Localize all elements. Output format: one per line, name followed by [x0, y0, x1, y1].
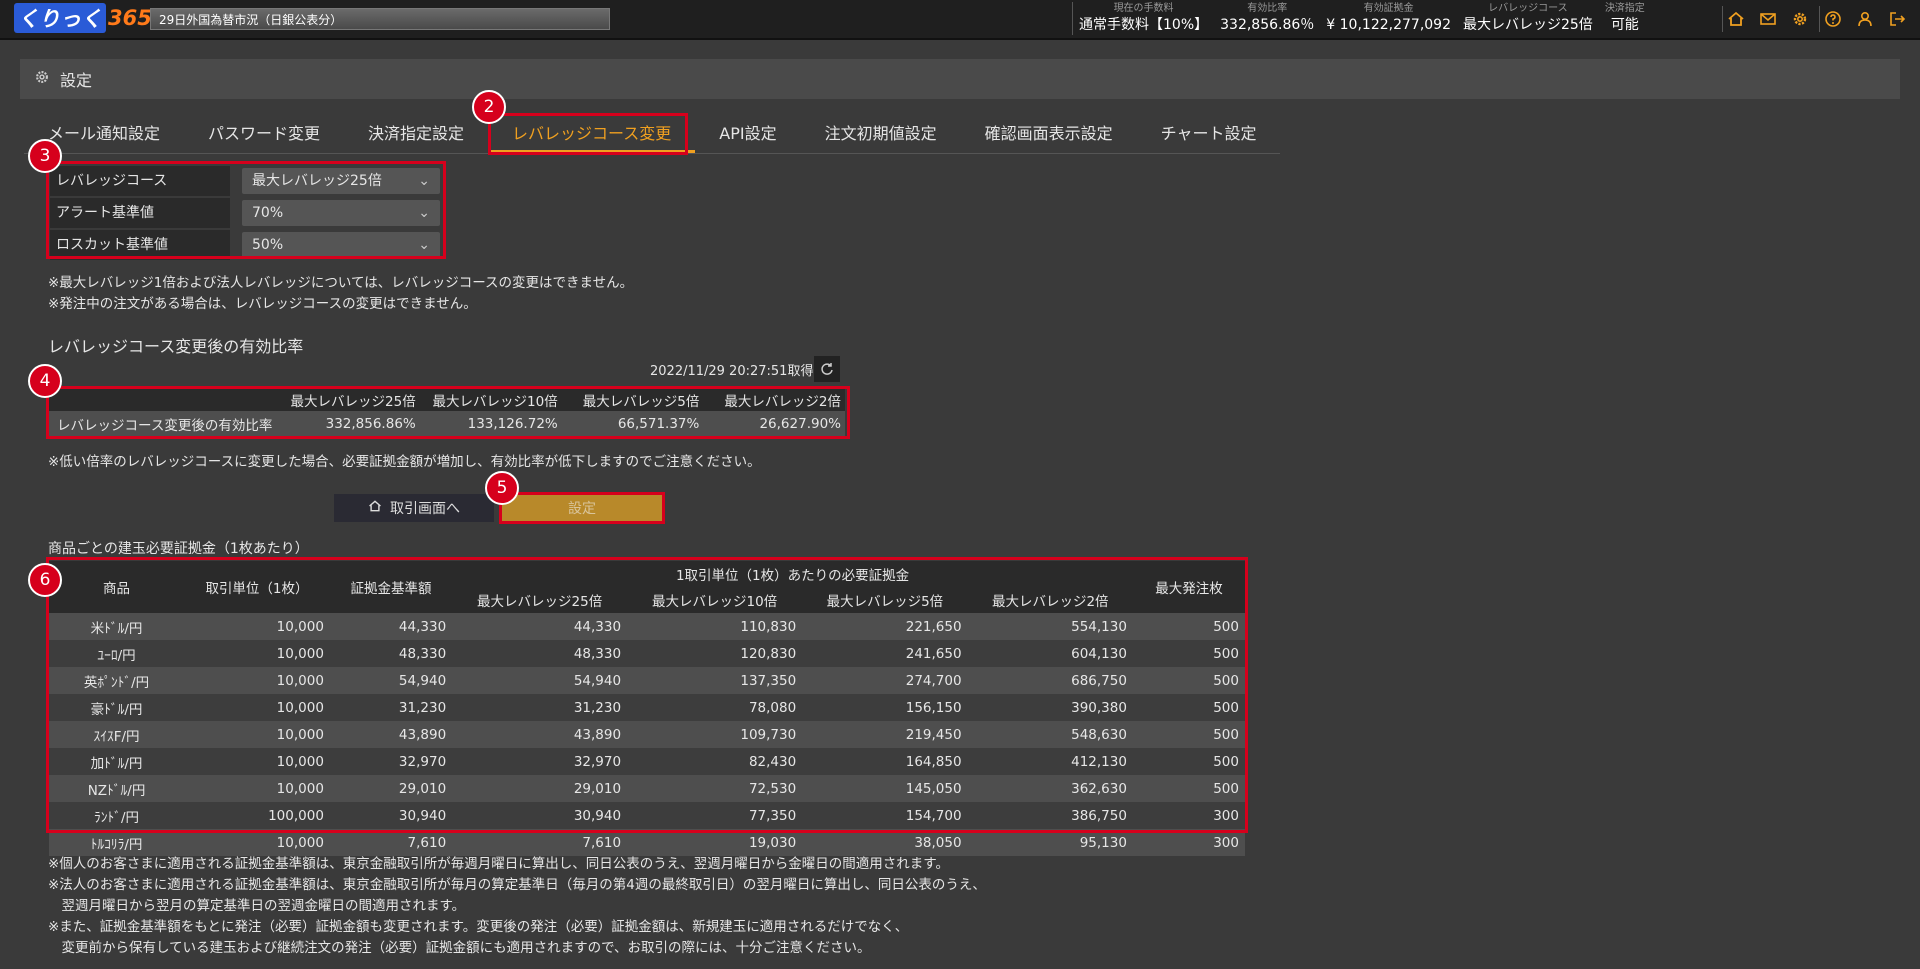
stat-value: 332,856.86％ — [1220, 17, 1315, 33]
table-cell: 300 — [1132, 829, 1245, 856]
market-ticker[interactable]: 29日外国為替市況（日銀公表分） — [150, 8, 610, 30]
timestamp: 2022/11/29 20:27:51取得 — [650, 364, 814, 379]
stat-value: 通常手数料【10%】 — [1079, 17, 1209, 33]
annotation-badge: 3 — [28, 139, 62, 173]
stat-value: 最大レバレッジ25倍 — [1462, 17, 1593, 33]
tab-settlement[interactable]: 決済指定設定 — [344, 115, 488, 153]
note-ratio-warning: ※低い倍率のレバレッジコースに変更した場合、必要証拠金額が増加し、有効比率が低下… — [48, 454, 761, 470]
home-icon — [368, 499, 382, 517]
home-icon[interactable] — [1722, 6, 1749, 32]
note-leverage-1: ※最大レバレッジ1倍および法人レバレッジについては、レバレッジコースの変更はでき… — [48, 275, 634, 291]
account-stats: 現在の手数料通常手数料【10%】 有効比率 332,856.86％ 有効証拠金 ¥ … — [1072, 2, 1651, 35]
logo-text: くりっく — [14, 3, 106, 33]
trade-screen-label: 取引画面へ — [390, 501, 460, 517]
refresh-icon[interactable] — [814, 356, 840, 382]
stat-label: 現在の手数料 — [1113, 3, 1174, 14]
tab-api[interactable]: API設定 — [695, 115, 800, 153]
logo-number: 365 — [108, 6, 152, 30]
annotation-badge: 4 — [28, 364, 62, 398]
stat-leverage: レバレッジコース最大レバレッジ25倍 — [1457, 2, 1599, 35]
margin-table-title: 商品ごとの建玉必要証拠金（1枚あたり） — [48, 541, 309, 557]
top-bar: くりっく 365 29日外国為替市況（日銀公表分） 現在の手数料通常手数料【10%… — [0, 0, 1920, 40]
footnote-2: ※法人のお客さまに適用される証拠金基準額は、東京金融取引所が毎月の算定基準日（毎… — [48, 877, 986, 893]
footnote-4: ※また、証拠金基準額をもとに発注（必要）証拠金額も変更されます。変更後の発注（必… — [48, 919, 909, 935]
tab-chart[interactable]: チャート設定 — [1137, 115, 1281, 153]
stat-ratio: 有効比率 332,856.86％ — [1214, 2, 1320, 35]
highlight-box-tab — [488, 113, 688, 155]
stat-label: 決済指定 — [1604, 3, 1645, 14]
help-icon[interactable] — [1819, 6, 1846, 32]
stat-value: 可能 — [1610, 17, 1639, 33]
highlight-box-margin — [46, 557, 1248, 833]
user-icon[interactable] — [1852, 6, 1878, 32]
highlight-box-submit — [499, 492, 665, 524]
page-title: 設定 — [60, 71, 93, 90]
footnote-5: 変更前から保有している建玉および継続注文の発注（必要）証拠金額にも適用されますの… — [48, 940, 871, 956]
settings-header: 設定 — [20, 59, 1900, 99]
tab-password[interactable]: パスワード変更 — [184, 115, 344, 153]
stat-settlement: 決済指定 可能 — [1599, 2, 1651, 35]
gear-icon[interactable] — [1787, 6, 1813, 32]
mail-icon[interactable] — [1755, 6, 1781, 32]
table-cell: 95,130 — [967, 829, 1133, 856]
trade-screen-button[interactable]: 取引画面へ — [334, 494, 494, 522]
stat-label: 有効証拠金 — [1363, 3, 1414, 14]
note-leverage-2: ※発注中の注文がある場合は、レバレッジコースの変更はできません。 — [48, 296, 477, 312]
stat-value: ¥ 10,122,277,092 — [1326, 17, 1451, 33]
stat-fee: 現在の手数料通常手数料【10%】 — [1072, 2, 1214, 35]
tab-confirm-screen[interactable]: 確認画面表示設定 — [961, 115, 1137, 153]
gear-icon — [34, 69, 50, 89]
highlight-box-form — [46, 161, 446, 259]
annotation-badge: 5 — [485, 471, 519, 505]
highlight-box-ratio — [46, 386, 850, 439]
stat-margin: 有効証拠金 ¥ 10,122,277,092 — [1320, 2, 1457, 35]
logout-icon[interactable] — [1884, 6, 1910, 32]
header-icons — [1722, 6, 1910, 32]
stat-label: 有効比率 — [1247, 3, 1288, 14]
annotation-badge: 2 — [472, 90, 506, 124]
stat-label: レバレッジコース — [1488, 3, 1568, 14]
footnote-1: ※個人のお客さまに適用される証拠金基準額は、東京金融取引所が毎週月曜日に算出し、… — [48, 856, 949, 872]
brand-logo[interactable]: くりっく 365 — [14, 3, 152, 33]
footnote-3: 翌週月曜日から翌月の算定基準日の翌週金曜日の間適用されます。 — [48, 898, 466, 914]
ratio-section-title: レバレッジコース変更後の有効比率 — [48, 337, 304, 356]
tab-order-defaults[interactable]: 注文初期値設定 — [801, 115, 961, 153]
annotation-badge: 6 — [28, 563, 62, 597]
